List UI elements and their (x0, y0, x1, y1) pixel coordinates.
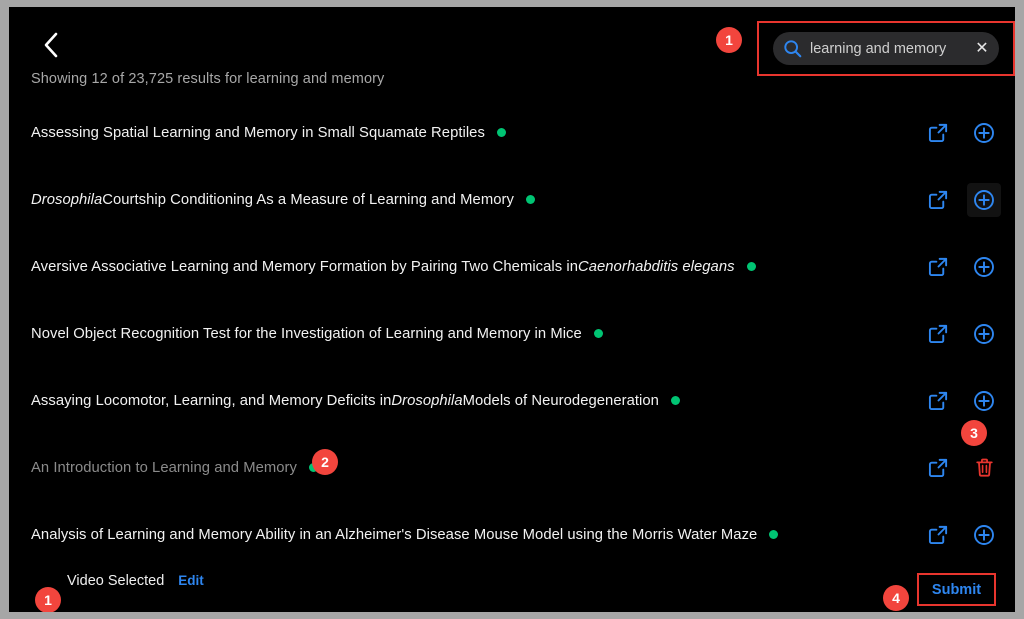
title-segment: Novel Object Recognition Test for the In… (31, 325, 582, 342)
search-icon (783, 39, 802, 58)
result-title: Assessing Spatial Learning and Memory in… (31, 125, 506, 141)
open-external-button[interactable] (921, 451, 955, 485)
title-segment: An Introduction to Learning and Memory (31, 459, 297, 476)
header: Showing 12 of 23,725 results for learnin… (9, 7, 1015, 97)
video-selected-label: Video Selected (67, 573, 165, 589)
app-surface: Showing 12 of 23,725 results for learnin… (9, 7, 1015, 612)
footer-selection-group: Video Selected Edit (67, 573, 204, 589)
plus-circle-icon (973, 256, 995, 278)
row-actions (921, 451, 1001, 485)
result-title: Analysis of Learning and Memory Ability … (31, 526, 779, 543)
row-actions (921, 250, 1001, 284)
title-segment: Courtship Conditioning As a Measure of L… (102, 191, 514, 208)
row-actions (921, 116, 1001, 150)
submit-button[interactable]: Submit (917, 573, 996, 606)
plus-circle-icon (973, 524, 995, 546)
open-external-button[interactable] (921, 183, 955, 217)
title-segment: Aversive Associative Learning and Memory… (31, 258, 578, 275)
result-row[interactable]: Aversive Associative Learning and Memory… (9, 233, 1015, 300)
result-row[interactable]: Novel Object Recognition Test for the In… (9, 300, 1015, 367)
search-input[interactable] (802, 40, 971, 57)
search-box[interactable]: ✕ (773, 32, 999, 65)
open-external-button[interactable] (921, 250, 955, 284)
external-link-icon (928, 524, 949, 545)
annotation-badge-2: 2 (312, 449, 338, 475)
delete-button[interactable] (967, 451, 1001, 485)
open-external-button[interactable] (921, 518, 955, 552)
result-row[interactable]: Assaying Locomotor, Learning, and Memory… (9, 367, 1015, 434)
add-to-selection-button[interactable] (967, 116, 1001, 150)
add-to-selection-button[interactable] (967, 518, 1001, 552)
status-dot (670, 396, 680, 405)
title-italic-segment: Drosophila (31, 191, 103, 208)
status-dot (593, 329, 603, 338)
search-container: ✕ (757, 21, 1015, 80)
row-actions (921, 518, 1001, 552)
annotation-badge-1: 1 (716, 27, 742, 53)
plus-circle-icon (973, 390, 995, 412)
external-link-icon (928, 457, 949, 478)
open-external-button[interactable] (921, 317, 955, 351)
result-title: Novel Object Recognition Test for the In… (31, 326, 603, 342)
add-to-selection-button[interactable] (967, 250, 1001, 284)
add-to-selection-button[interactable] (967, 317, 1001, 351)
external-link-icon (928, 189, 949, 210)
annotation-badge-3: 3 (961, 420, 987, 446)
status-dot (496, 128, 506, 137)
external-link-icon (928, 122, 949, 143)
title-italic-segment: Drosophila (391, 392, 463, 409)
result-title: Assaying Locomotor, Learning, and Memory… (31, 393, 680, 409)
result-row[interactable]: An Introduction to Learning and Memory (9, 434, 1015, 501)
annotation-badge-4: 4 (883, 585, 909, 611)
close-icon[interactable]: ✕ (971, 38, 993, 60)
plus-circle-icon (973, 122, 995, 144)
trash-icon (974, 457, 995, 478)
footer-bar: Video Selected Edit (9, 557, 1015, 612)
external-link-icon (928, 256, 949, 277)
title-segment: Models of Neurodegeneration (462, 392, 659, 409)
annotation-badge-1-footer: 1 (35, 587, 61, 612)
results-count-label: Showing 12 of 23,725 results for learnin… (31, 71, 385, 87)
row-actions (921, 317, 1001, 351)
chevron-left-icon (43, 32, 59, 58)
external-link-icon (928, 323, 949, 344)
result-title: Aversive Associative Learning and Memory… (31, 259, 756, 275)
status-dot (746, 262, 756, 271)
open-external-button[interactable] (921, 384, 955, 418)
open-external-button[interactable] (921, 116, 955, 150)
status-dot (769, 530, 779, 539)
result-title: An Introduction to Learning and Memory (31, 460, 318, 476)
screenshot-frame: Showing 12 of 23,725 results for learnin… (0, 0, 1024, 619)
add-to-selection-button[interactable] (967, 182, 1001, 217)
plus-circle-icon (973, 189, 995, 211)
status-dot (525, 195, 535, 204)
title-segment: Analysis of Learning and Memory Ability … (31, 526, 758, 543)
plus-circle-icon (973, 323, 995, 345)
title-segment: Assessing Spatial Learning and Memory in… (31, 124, 485, 141)
title-segment: Assaying Locomotor, Learning, and Memory… (31, 392, 392, 409)
result-title: Drosophila Courtship Conditioning As a M… (31, 192, 535, 208)
row-actions (921, 384, 1001, 418)
back-button[interactable] (31, 27, 71, 63)
external-link-icon (928, 390, 949, 411)
title-italic-segment: Caenorhabditis elegans (577, 258, 735, 275)
results-list: Assessing Spatial Learning and Memory in… (9, 99, 1015, 568)
edit-link[interactable]: Edit (178, 573, 204, 588)
add-to-selection-button[interactable] (967, 384, 1001, 418)
result-row[interactable]: Drosophila Courtship Conditioning As a M… (9, 166, 1015, 233)
row-actions (921, 182, 1001, 217)
result-row[interactable]: Assessing Spatial Learning and Memory in… (9, 99, 1015, 166)
